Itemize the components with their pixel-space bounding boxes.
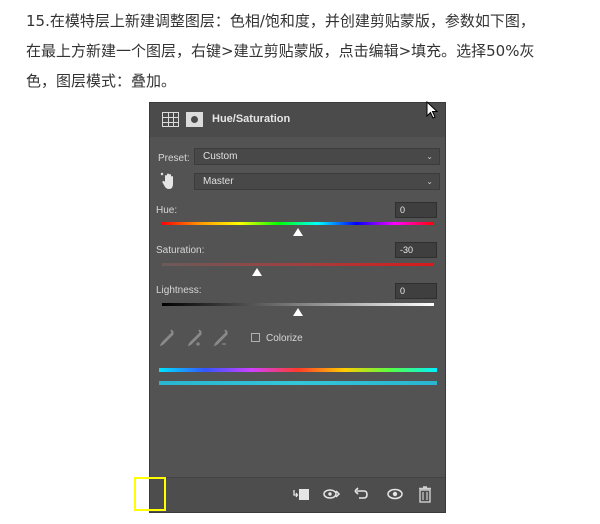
chevron-down-icon: ⌄: [426, 177, 433, 186]
instruction-line-3: 色，图层模式：叠加。: [26, 72, 177, 90]
clip-button-highlight: [134, 477, 166, 511]
panel-bottom-toolbar: [150, 477, 445, 512]
lightness-slider-track[interactable]: [162, 303, 434, 306]
output-color-ramp: [159, 381, 437, 385]
instruction-line-1: 15.在模特层上新建调整图层：色相/饱和度，并创建剪贴蒙版，参数如下图，: [26, 12, 535, 30]
trash-icon[interactable]: [418, 485, 432, 503]
eyedropper-plus-icon[interactable]: [188, 329, 204, 347]
eyedropper-icon[interactable]: [160, 329, 174, 347]
instruction-line-2: 在最上方新建一个图层，右键>建立剪贴蒙版，点击编辑>填充。选择50%灰: [26, 42, 535, 60]
layer-mask-icon[interactable]: [186, 112, 203, 127]
saturation-slider-thumb[interactable]: [252, 268, 262, 276]
lightness-slider-thumb[interactable]: [293, 308, 303, 316]
hand-adjust-icon[interactable]: [160, 172, 178, 192]
hue-value-field[interactable]: 0: [395, 202, 437, 218]
hue-slider-track[interactable]: [162, 222, 434, 225]
saturation-label: Saturation:: [156, 245, 205, 256]
instruction-text: 15.在模特层上新建调整图层：色相/饱和度，并创建剪贴蒙版，参数如下图， 在最上…: [26, 6, 586, 96]
panel-titlebar: Hue/Saturation: [150, 101, 445, 137]
panel-title: Hue/Saturation: [212, 113, 291, 125]
channel-dropdown[interactable]: Master ⌄: [194, 173, 440, 190]
hue-saturation-panel: Hue/Saturation Preset: Custom ⌄ Master ⌄…: [149, 101, 446, 513]
preset-dropdown[interactable]: Custom ⌄: [194, 148, 440, 165]
view-previous-icon[interactable]: [322, 486, 342, 502]
input-color-ramp: [159, 368, 437, 372]
reset-icon[interactable]: [352, 486, 370, 502]
hue-label: Hue:: [156, 205, 178, 216]
mouse-cursor-icon: [426, 101, 439, 119]
colorize-label: Colorize: [266, 333, 303, 344]
adjustment-grid-icon[interactable]: [162, 112, 179, 127]
channel-value: Master: [203, 176, 234, 187]
chevron-down-icon: ⌄: [426, 152, 433, 161]
saturation-slider-track[interactable]: [162, 263, 434, 266]
lightness-value-field[interactable]: 0: [395, 283, 437, 299]
preset-label: Preset:: [158, 153, 190, 164]
colorize-checkbox[interactable]: [251, 333, 260, 342]
preset-value: Custom: [203, 151, 238, 162]
visibility-eye-icon[interactable]: [386, 486, 404, 502]
saturation-value-field[interactable]: -30: [395, 242, 437, 258]
lightness-label: Lightness:: [156, 285, 202, 296]
clip-to-layer-icon[interactable]: [292, 486, 310, 502]
eyedropper-minus-icon[interactable]: [214, 329, 230, 347]
hue-slider-thumb[interactable]: [293, 228, 303, 236]
